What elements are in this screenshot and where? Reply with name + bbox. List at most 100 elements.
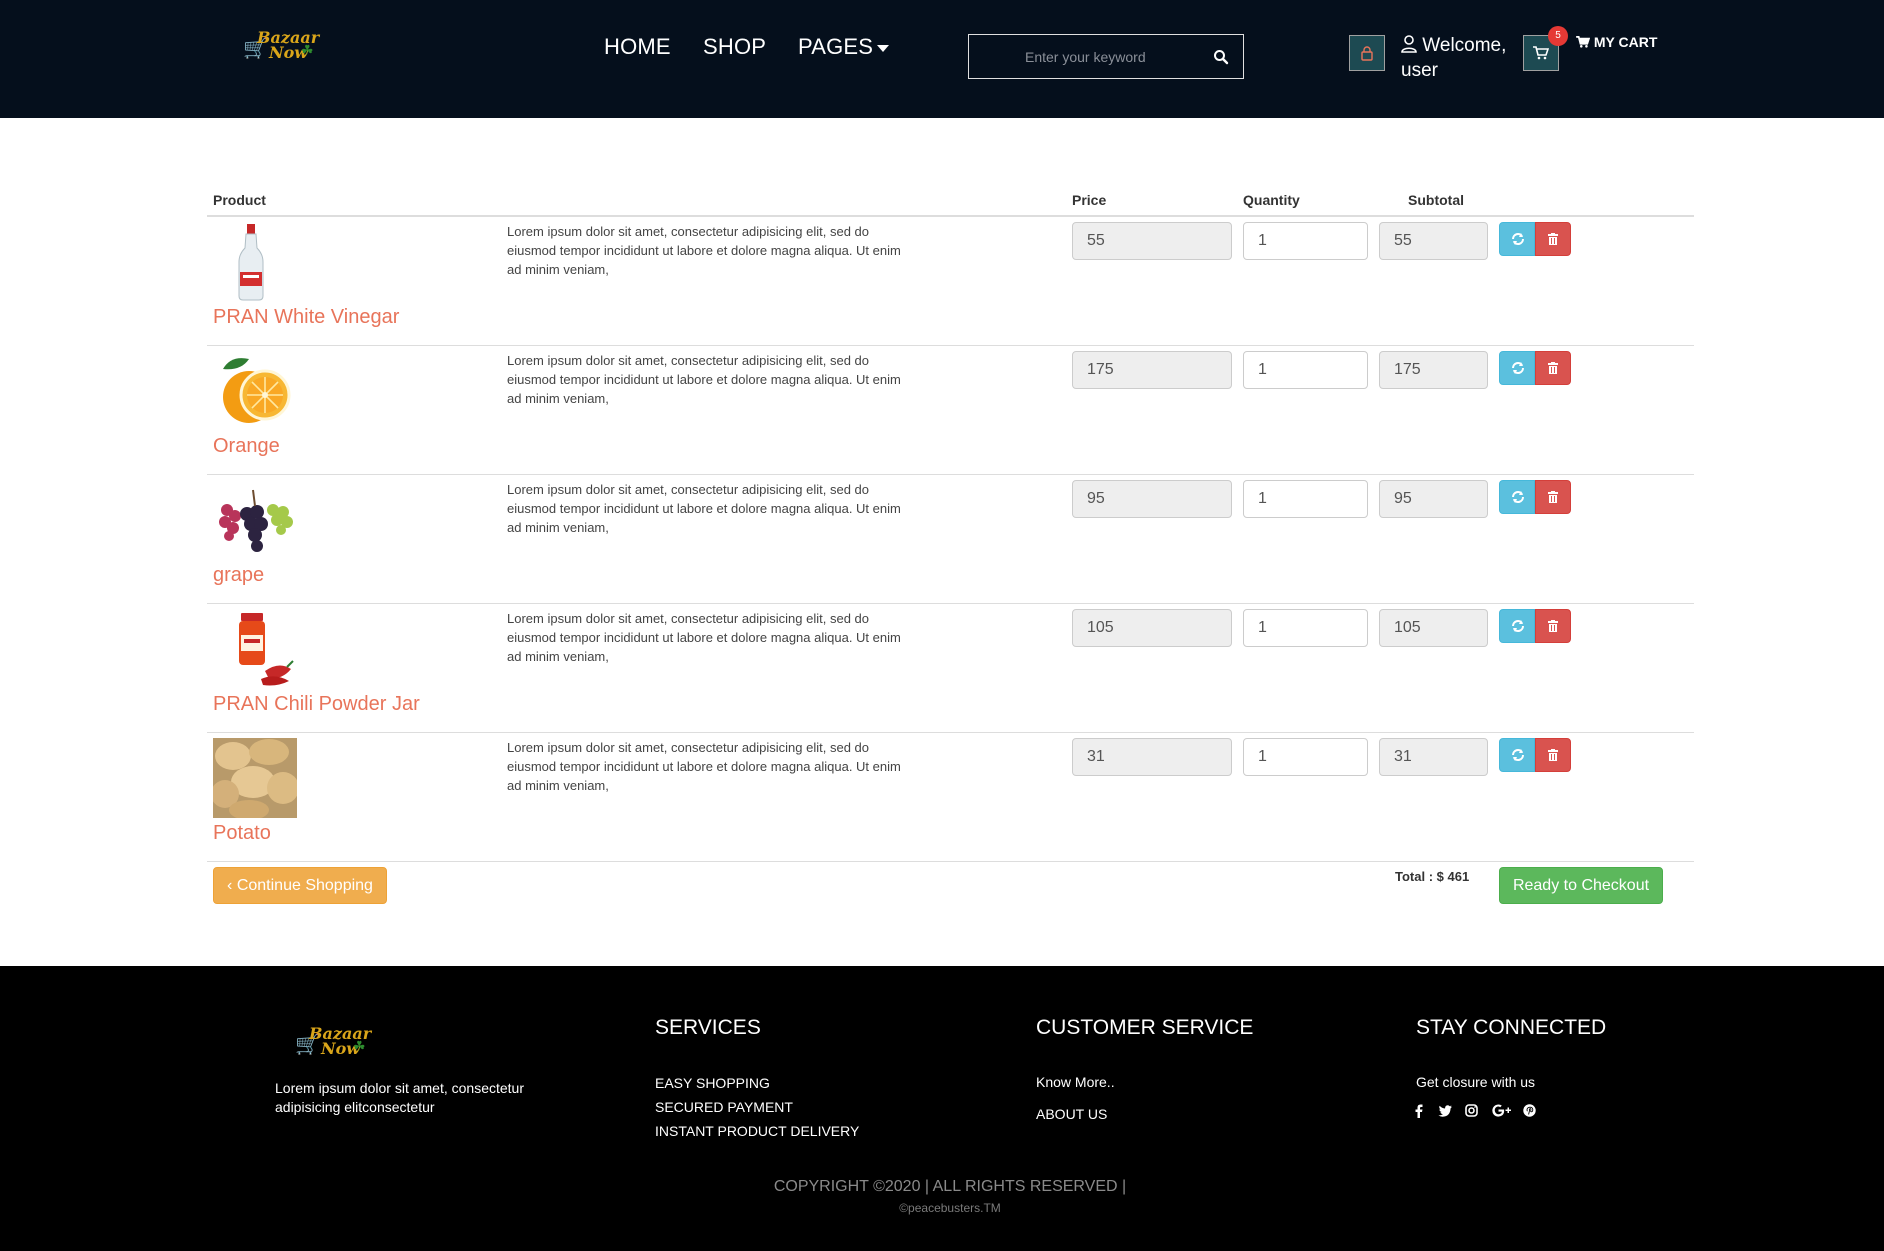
subtotal-field: 105 (1379, 609, 1488, 647)
user-icon (1401, 35, 1417, 53)
refresh-icon (1512, 620, 1524, 632)
header-subtotal: Subtotal (1408, 192, 1464, 208)
my-cart-label: MY CART (1593, 34, 1658, 50)
product-description: Lorem ipsum dolor sit amet, consectetur … (507, 224, 901, 277)
trash-icon (1548, 233, 1558, 245)
orange-image (223, 358, 291, 423)
chevron-left-icon: ‹ (227, 877, 233, 894)
footer-customer-service-title: CUSTOMER SERVICE (1036, 1016, 1254, 1039)
welcome-label: Welcome, (1422, 35, 1507, 56)
row-divider (207, 603, 1694, 604)
product-description: Lorem ipsum dolor sit amet, consectetur … (507, 482, 901, 535)
refresh-icon (1512, 491, 1524, 503)
top-navbar: 🛒 Bazaar Now ☘ HOME SHOP PAGES Welcome, … (0, 0, 1884, 118)
header-price: Price (1072, 192, 1107, 208)
quantity-input[interactable]: 1 (1243, 222, 1368, 260)
footer-link-instant-delivery[interactable]: INSTANT PRODUCT DELIVERY (655, 1123, 859, 1139)
twitter-icon[interactable] (1438, 1104, 1458, 1120)
copyright-text: COPYRIGHT ©2020 | ALL RIGHTS RESERVED | (773, 1178, 1127, 1195)
pinterest-icon[interactable] (1523, 1104, 1543, 1120)
facebook-icon[interactable] (1414, 1104, 1434, 1120)
lock-icon (1361, 46, 1373, 61)
refresh-button[interactable] (1499, 351, 1535, 385)
subtotal-field: 95 (1379, 480, 1488, 518)
subtotal-field: 55 (1379, 222, 1488, 260)
chili-jar-image (239, 613, 294, 686)
google-plus-icon[interactable] (1492, 1104, 1512, 1120)
cart-icon (1576, 36, 1591, 48)
quantity-input[interactable]: 1 (1243, 480, 1368, 518)
footer-stay-connected-text: Get closure with us (1416, 1074, 1536, 1090)
cart-total: Total : $ 461 (1395, 869, 1470, 884)
footer-link-secured-payment[interactable]: SECURED PAYMENT (655, 1099, 793, 1115)
footer-link-about-us[interactable]: ABOUT US (1036, 1106, 1107, 1122)
nav-pages[interactable]: PAGES (798, 34, 890, 60)
refresh-button[interactable] (1499, 222, 1535, 256)
product-name[interactable]: Orange (213, 435, 280, 458)
cart-icon (1533, 46, 1549, 60)
leaf-icon: ☘ (301, 42, 314, 58)
logo[interactable]: 🛒 Bazaar Now ☘ (243, 26, 323, 66)
quantity-input[interactable]: 1 (1243, 738, 1368, 776)
instagram-icon[interactable] (1465, 1104, 1485, 1120)
search-icon[interactable] (1209, 45, 1233, 69)
search-input[interactable] (969, 35, 1199, 78)
header-product: Product (213, 192, 266, 208)
subtotal-field: 31 (1379, 738, 1488, 776)
leaf-icon: ☘ (353, 1038, 366, 1054)
refresh-icon (1512, 362, 1524, 374)
refresh-icon (1512, 749, 1524, 761)
refresh-button[interactable] (1499, 480, 1535, 514)
row-divider (207, 474, 1694, 475)
refresh-button[interactable] (1499, 609, 1535, 643)
quantity-input[interactable]: 1 (1243, 609, 1368, 647)
price-field: 55 (1072, 222, 1232, 260)
trash-icon (1548, 491, 1558, 503)
continue-shopping-button[interactable]: ‹ Continue Shopping (213, 867, 387, 904)
grape-image (219, 489, 293, 552)
nav-home[interactable]: HOME (604, 34, 671, 60)
row-divider (207, 861, 1694, 862)
caret-down-icon (877, 44, 890, 52)
product-name[interactable]: PRAN Chili Powder Jar (213, 693, 420, 716)
trash-icon (1548, 620, 1558, 632)
product-description: Lorem ipsum dolor sit amet, consectetur … (507, 353, 901, 406)
my-cart-link[interactable]: MY CART (1576, 34, 1657, 50)
row-divider (207, 732, 1694, 733)
footer-link-easy-shopping[interactable]: EASY SHOPPING (655, 1075, 770, 1091)
table-header-divider (207, 215, 1694, 217)
nav-shop[interactable]: SHOP (703, 34, 766, 60)
delete-button[interactable] (1535, 609, 1571, 643)
potato-image (213, 738, 297, 818)
delete-button[interactable] (1535, 351, 1571, 385)
credit-text: ©peacebusters.TM (899, 1201, 1001, 1215)
price-field: 95 (1072, 480, 1232, 518)
price-field: 175 (1072, 351, 1232, 389)
delete-button[interactable] (1535, 738, 1571, 772)
footer-services-title: SERVICES (655, 1016, 761, 1039)
continue-label: Continue Shopping (236, 877, 373, 894)
cart-count-badge: 5 (1548, 26, 1568, 46)
footer-logo[interactable]: 🛒 Bazaar Now ☘ (295, 1022, 375, 1062)
quantity-input[interactable]: 1 (1243, 351, 1368, 389)
row-divider (207, 345, 1694, 346)
delete-button[interactable] (1535, 480, 1571, 514)
header-quantity: Quantity (1243, 192, 1300, 208)
product-name[interactable]: Potato (213, 822, 271, 845)
delete-button[interactable] (1535, 222, 1571, 256)
footer-about-text: Lorem ipsum dolor sit amet, consectetur … (275, 1080, 524, 1115)
price-field: 31 (1072, 738, 1232, 776)
footer-stay-connected-title: STAY CONNECTED (1416, 1016, 1607, 1039)
login-button[interactable] (1349, 35, 1385, 71)
product-name[interactable]: PRAN White Vinegar (213, 306, 399, 329)
welcome-user[interactable]: Welcome, user (1401, 33, 1506, 83)
refresh-button[interactable] (1499, 738, 1535, 772)
product-name[interactable]: grape (213, 564, 264, 587)
footer-link-know-more[interactable]: Know More.. (1036, 1074, 1115, 1090)
welcome-username: user (1401, 60, 1438, 81)
checkout-button[interactable]: Ready to Checkout (1499, 867, 1663, 904)
trash-icon (1548, 362, 1558, 374)
nav-pages-label: PAGES (798, 34, 874, 59)
subtotal-field: 175 (1379, 351, 1488, 389)
trash-icon (1548, 749, 1558, 761)
